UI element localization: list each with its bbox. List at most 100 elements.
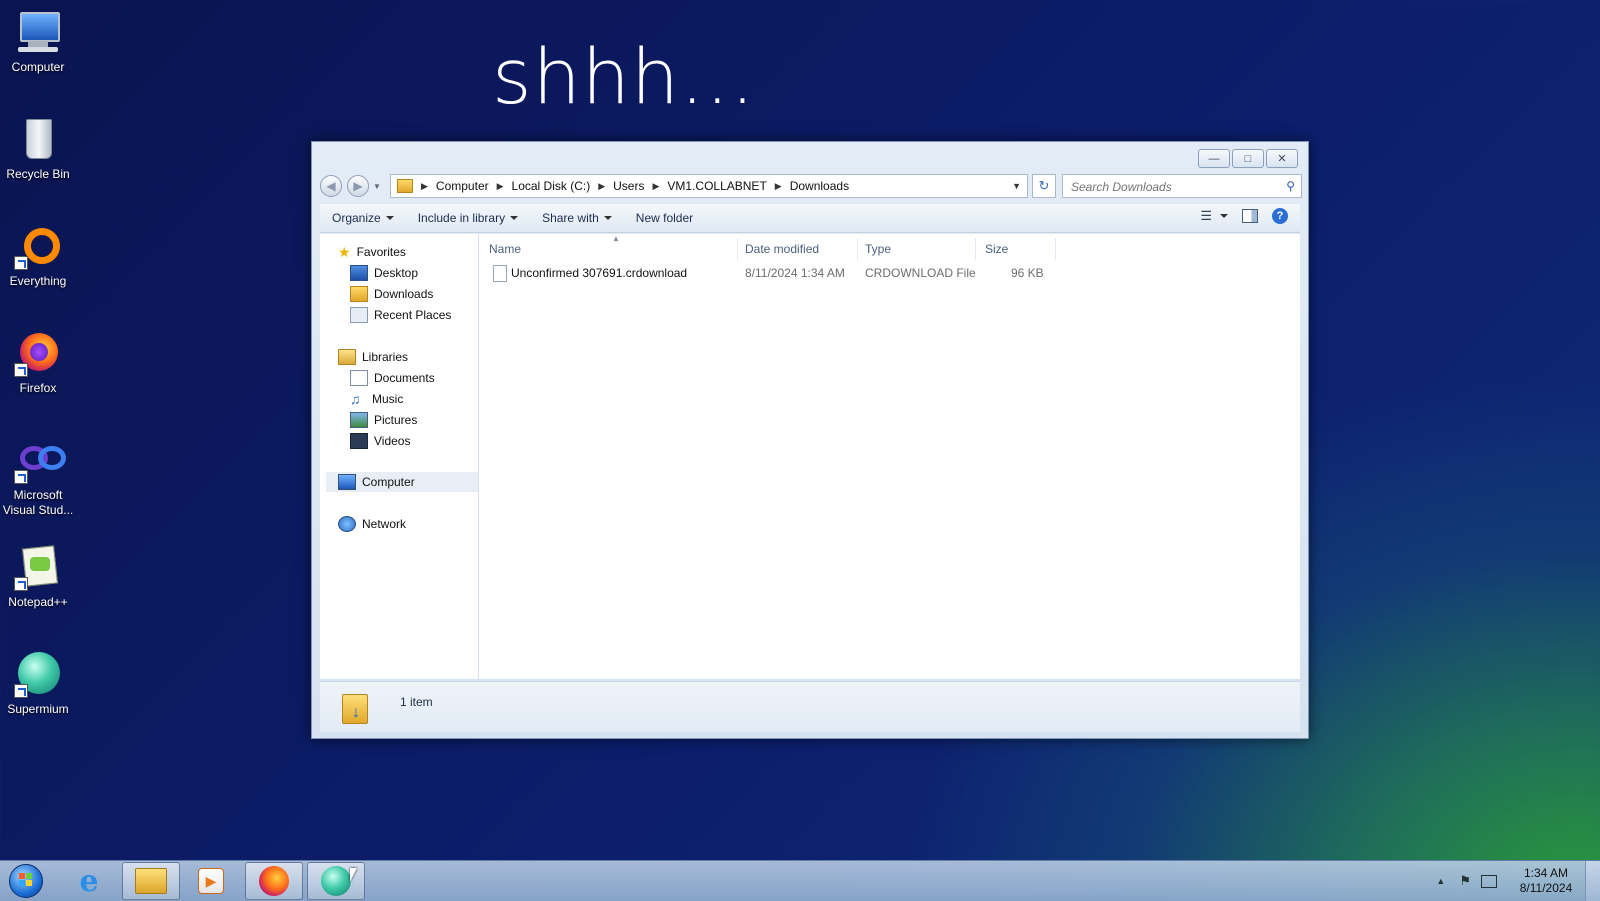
- clock[interactable]: 1:34 AM 8/11/2024: [1507, 866, 1585, 896]
- nav-libraries[interactable]: Libraries: [338, 347, 478, 367]
- start-button[interactable]: [4, 863, 48, 899]
- column-header-size[interactable]: Size: [985, 242, 1008, 256]
- navigation-pane: ★ Favorites Desktop Downloads Recent Pla…: [320, 234, 479, 679]
- taskbar-firefox[interactable]: [245, 862, 303, 900]
- breadcrumb-separator[interactable]: ▶: [652, 181, 659, 192]
- desktop-icon-recycle-bin[interactable]: Recycle Bin: [0, 107, 76, 182]
- shortcut-arrow-icon: [14, 470, 28, 484]
- minimize-button[interactable]: —: [1198, 149, 1230, 168]
- media-player-icon: ▶: [198, 868, 224, 894]
- desktop-icon-everything[interactable]: Everything: [0, 214, 76, 289]
- firefox-icon: [259, 866, 289, 896]
- breadcrumb-separator[interactable]: ▶: [497, 181, 504, 192]
- breadcrumb-local-disk[interactable]: Local Disk (C:): [512, 179, 591, 193]
- nav-favorites[interactable]: ★ Favorites: [338, 242, 478, 262]
- preview-pane-icon[interactable]: [1242, 209, 1258, 223]
- address-dropdown-icon[interactable]: ▼: [1012, 181, 1021, 191]
- nav-desktop[interactable]: Desktop: [350, 263, 478, 283]
- file-date-modified: 8/11/2024 1:34 AM: [745, 266, 845, 280]
- nav-music[interactable]: ♫ Music: [350, 389, 478, 409]
- star-icon: ★: [338, 243, 351, 260]
- column-divider[interactable]: [737, 238, 738, 260]
- nav-network[interactable]: Network: [338, 514, 478, 534]
- search-icon[interactable]: ⚲: [1286, 179, 1295, 193]
- column-divider[interactable]: [857, 238, 858, 260]
- action-center-flag-icon[interactable]: ⚑: [1459, 873, 1471, 889]
- nav-label: Music: [372, 392, 404, 406]
- wallpaper-text: shhh...: [492, 32, 756, 121]
- command-bar: Organize Include in library Share with N…: [320, 204, 1300, 233]
- maximize-button[interactable]: □: [1232, 149, 1264, 168]
- desktop-icon-visual-studio[interactable]: Microsoft Visual Stud...: [0, 428, 76, 518]
- address-bar[interactable]: ▶ Computer ▶ Local Disk (C:) ▶ Users ▶ V…: [390, 174, 1028, 198]
- breadcrumb-user-folder[interactable]: VM1.COLLABNET: [667, 179, 766, 193]
- nav-recent-places[interactable]: Recent Places: [350, 305, 478, 325]
- desktop-icon-notepadpp[interactable]: Notepad++: [0, 535, 76, 610]
- taskbar-media-player[interactable]: ▶: [182, 862, 240, 900]
- nav-label: Documents: [374, 371, 435, 385]
- change-view-button[interactable]: ☰: [1200, 208, 1228, 224]
- desktop-icon-label: Computer: [11, 60, 65, 74]
- include-in-library-button[interactable]: Include in library: [406, 211, 530, 225]
- nav-label: Network: [362, 517, 407, 531]
- address-row: ◀ ▶ ▼ ▶ Computer ▶ Local Disk (C:) ▶ Use…: [320, 174, 1302, 198]
- search-input[interactable]: [1069, 176, 1273, 198]
- table-row[interactable]: Unconfirmed 307691.crdownload 8/11/2024 …: [489, 262, 1080, 284]
- chevron-down-icon: [510, 216, 519, 220]
- column-header-name[interactable]: Name: [489, 242, 521, 256]
- help-icon[interactable]: ?: [1272, 208, 1288, 224]
- folder-icon: [397, 179, 413, 193]
- back-button[interactable]: ◀: [320, 175, 342, 197]
- nav-label: Recent Places: [374, 308, 452, 322]
- taskbar-file-explorer[interactable]: [122, 862, 180, 900]
- organize-label: Organize: [332, 211, 381, 225]
- share-with-button[interactable]: Share with: [530, 211, 624, 225]
- nav-label: Downloads: [374, 287, 434, 301]
- nav-videos[interactable]: Videos: [350, 431, 478, 451]
- desktop-icon-computer[interactable]: Computer: [0, 0, 76, 75]
- recent-pages-dropdown[interactable]: ▼: [373, 182, 381, 191]
- nav-label: Pictures: [374, 413, 418, 427]
- breadcrumb-users[interactable]: Users: [613, 179, 644, 193]
- desktop-icon-supermium[interactable]: Supermium: [0, 642, 76, 717]
- shortcut-arrow-icon: [14, 363, 28, 377]
- nav-documents[interactable]: Documents: [350, 368, 478, 388]
- close-button[interactable]: ✕: [1266, 149, 1298, 168]
- file-list: ▲ Name Date modified Type Size Unconfirm…: [479, 234, 1300, 679]
- nav-label: Computer: [362, 475, 415, 489]
- file-explorer-icon: [135, 868, 167, 894]
- breadcrumb-separator[interactable]: ▶: [775, 181, 782, 192]
- column-header-type[interactable]: Type: [865, 242, 891, 256]
- desktop-icon-firefox[interactable]: Firefox: [0, 321, 76, 396]
- desktop-icon: [350, 265, 368, 281]
- show-desktop-button[interactable]: [1585, 861, 1600, 901]
- nav-downloads[interactable]: Downloads: [350, 284, 478, 304]
- computer-icon: [338, 474, 356, 490]
- nav-computer[interactable]: Computer: [326, 472, 478, 492]
- network-status-icon[interactable]: [1481, 874, 1497, 888]
- new-folder-button[interactable]: New folder: [624, 211, 705, 225]
- shortcut-arrow-icon: [14, 256, 28, 270]
- supermium-icon: [14, 650, 62, 698]
- everything-icon: [14, 222, 62, 270]
- nav-label: Desktop: [374, 266, 419, 280]
- breadcrumb-separator[interactable]: ▶: [421, 181, 428, 192]
- breadcrumb-computer[interactable]: Computer: [436, 179, 489, 193]
- refresh-button[interactable]: ↻: [1032, 174, 1056, 198]
- search-box[interactable]: ⚲: [1062, 174, 1302, 198]
- nav-pictures[interactable]: Pictures: [350, 410, 478, 430]
- recent-places-icon: [350, 307, 368, 323]
- forward-button[interactable]: ▶: [347, 175, 369, 197]
- column-divider[interactable]: [975, 238, 976, 260]
- breadcrumb-downloads[interactable]: Downloads: [790, 179, 849, 193]
- nav-label: Favorites: [356, 245, 406, 259]
- column-divider[interactable]: [1055, 238, 1056, 260]
- column-header-date-modified[interactable]: Date modified: [745, 242, 819, 256]
- organize-button[interactable]: Organize: [320, 211, 406, 225]
- include-in-library-label: Include in library: [417, 211, 506, 225]
- show-hidden-icons-button[interactable]: ▲: [1436, 876, 1445, 886]
- breadcrumb-separator[interactable]: ▶: [598, 181, 605, 192]
- taskbar-internet-explorer[interactable]: e: [60, 862, 118, 900]
- downloads-folder-large-icon: ↓: [340, 688, 370, 724]
- videos-icon: [350, 433, 368, 449]
